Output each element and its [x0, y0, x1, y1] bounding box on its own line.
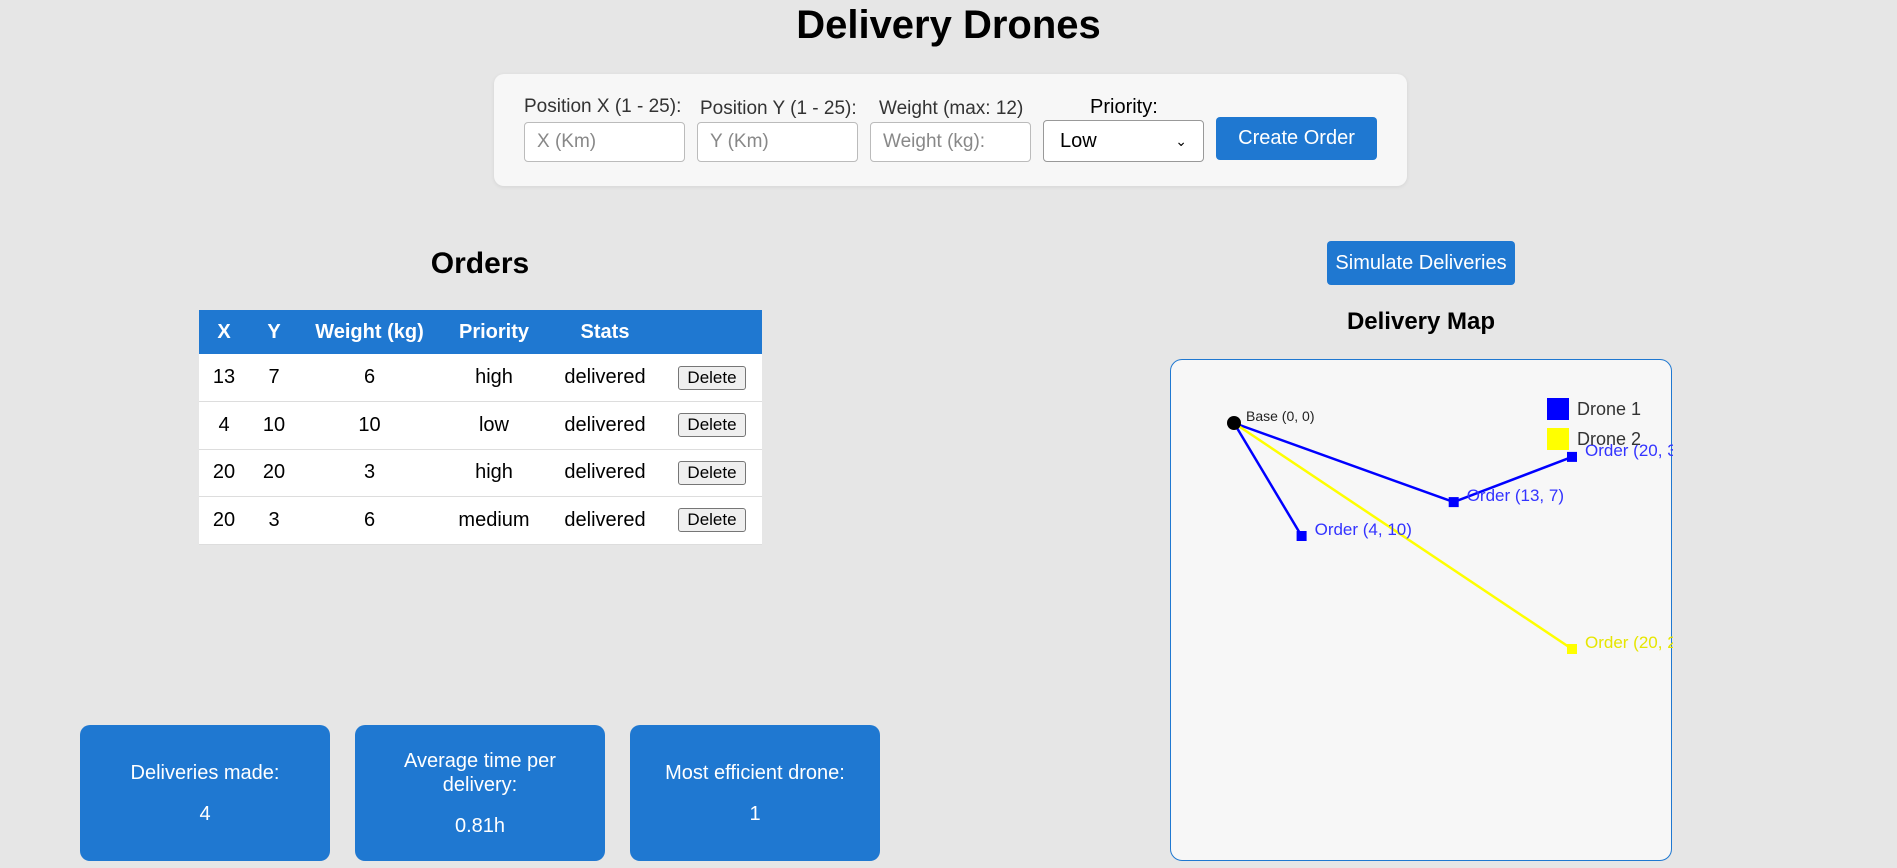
- position-y-label: Position Y (1 - 25):: [700, 98, 857, 119]
- delete-button[interactable]: Delete: [678, 365, 746, 390]
- table-row: 20 20 3 high delivered Delete: [199, 449, 762, 497]
- priority-selected-value: Low: [1060, 129, 1097, 152]
- priority-select[interactable]: Low ⌄: [1043, 120, 1204, 162]
- deliveries-made-card: Deliveries made: 4: [80, 725, 330, 861]
- delivery-map-title: Delivery Map: [1346, 308, 1496, 335]
- order-label: Order (4, 10): [1315, 520, 1412, 539]
- cell-priority: medium: [440, 496, 548, 545]
- order-marker: [1448, 497, 1459, 508]
- cell-y: 7: [249, 354, 299, 402]
- order-label: Order (20, 20): [1585, 633, 1673, 652]
- most-efficient-drone-label: Most efficient drone:: [665, 761, 845, 784]
- chevron-down-icon: ⌄: [1175, 132, 1187, 149]
- cell-priority: high: [440, 449, 548, 497]
- cell-y: 3: [249, 496, 299, 545]
- cell-status: delivered: [548, 401, 662, 450]
- cell-y: 20: [249, 449, 299, 497]
- base-label: Base (0, 0): [1246, 408, 1314, 424]
- table-row: 20 3 6 medium delivered Delete: [199, 496, 762, 545]
- column-header-actions: [662, 310, 762, 354]
- cell-priority: low: [440, 401, 548, 450]
- table-row: 4 10 10 low delivered Delete: [199, 401, 762, 450]
- weight-input[interactable]: [870, 122, 1031, 162]
- create-order-button[interactable]: Create Order: [1216, 117, 1377, 160]
- orders-header-row: X Y Weight (kg) Priority Stats: [199, 310, 762, 354]
- cell-priority: high: [440, 354, 548, 402]
- cell-x: 13: [199, 354, 249, 402]
- delete-button[interactable]: Delete: [678, 460, 746, 485]
- order-marker: [1296, 531, 1307, 541]
- table-row: 13 7 6 high delivered Delete: [199, 354, 762, 402]
- delivery-map: Base (0, 0) Order (20, 3) Order (13, 7) Ord…: [1170, 359, 1673, 861]
- column-header-priority: Priority: [440, 310, 548, 354]
- average-time-card: Average time per delivery: 0.81h: [355, 725, 605, 861]
- position-y-input[interactable]: [697, 122, 858, 162]
- simulate-deliveries-button[interactable]: Simulate Deliveries: [1327, 241, 1515, 285]
- legend-label: Drone 2: [1577, 429, 1641, 449]
- most-efficient-drone-card: Most efficient drone: 1: [630, 725, 880, 861]
- column-header-y: Y: [249, 310, 299, 354]
- cell-y: 10: [249, 401, 299, 450]
- delivery-map-canvas: Base (0, 0)Order (20, 3)Order (13, 7)Ord…: [1227, 398, 1673, 654]
- route-line-drone-1: [1232, 422, 1303, 537]
- order-marker: [1567, 451, 1577, 462]
- legend-swatch: [1547, 398, 1569, 420]
- priority-label: Priority:: [1090, 96, 1158, 118]
- most-efficient-drone-value: 1: [749, 802, 761, 825]
- weight-label: Weight (max: 12): [879, 98, 1024, 119]
- orders-table: X Y Weight (kg) Priority Stats 13 7 6 hi…: [199, 310, 762, 545]
- delete-button[interactable]: Delete: [678, 508, 746, 533]
- cell-weight: 6: [299, 496, 440, 545]
- column-header-x: X: [199, 310, 249, 354]
- cell-status: delivered: [548, 496, 662, 545]
- cell-status: delivered: [548, 354, 662, 402]
- deliveries-made-label: Deliveries made:: [130, 761, 280, 784]
- delete-button[interactable]: Delete: [678, 413, 746, 438]
- average-time-value: 0.81h: [454, 814, 506, 837]
- position-x-label: Position X (1 - 25):: [524, 96, 682, 117]
- cell-x: 20: [199, 496, 249, 545]
- column-header-weight: Weight (kg): [299, 310, 440, 354]
- cell-x: 4: [199, 401, 249, 450]
- legend-label: Drone 1: [1577, 399, 1641, 419]
- cell-weight: 3: [299, 449, 440, 497]
- order-form: Position X (1 - 25): Position Y (1 - 25)…: [494, 74, 1407, 186]
- cell-status: delivered: [548, 449, 662, 497]
- legend-swatch: [1547, 428, 1569, 450]
- deliveries-made-value: 4: [199, 802, 211, 825]
- base-marker: [1227, 416, 1241, 430]
- position-x-input[interactable]: [524, 122, 685, 162]
- average-time-label: Average time per delivery:: [404, 749, 556, 796]
- order-marker: [1567, 644, 1577, 654]
- cell-weight: 10: [299, 401, 440, 450]
- page-title: Delivery Drones: [796, 3, 1101, 47]
- order-label: Order (13, 7): [1467, 486, 1564, 505]
- cell-x: 20: [199, 449, 249, 497]
- column-header-stats: Stats: [548, 310, 662, 354]
- orders-title: Orders: [430, 247, 530, 280]
- cell-weight: 6: [299, 354, 440, 402]
